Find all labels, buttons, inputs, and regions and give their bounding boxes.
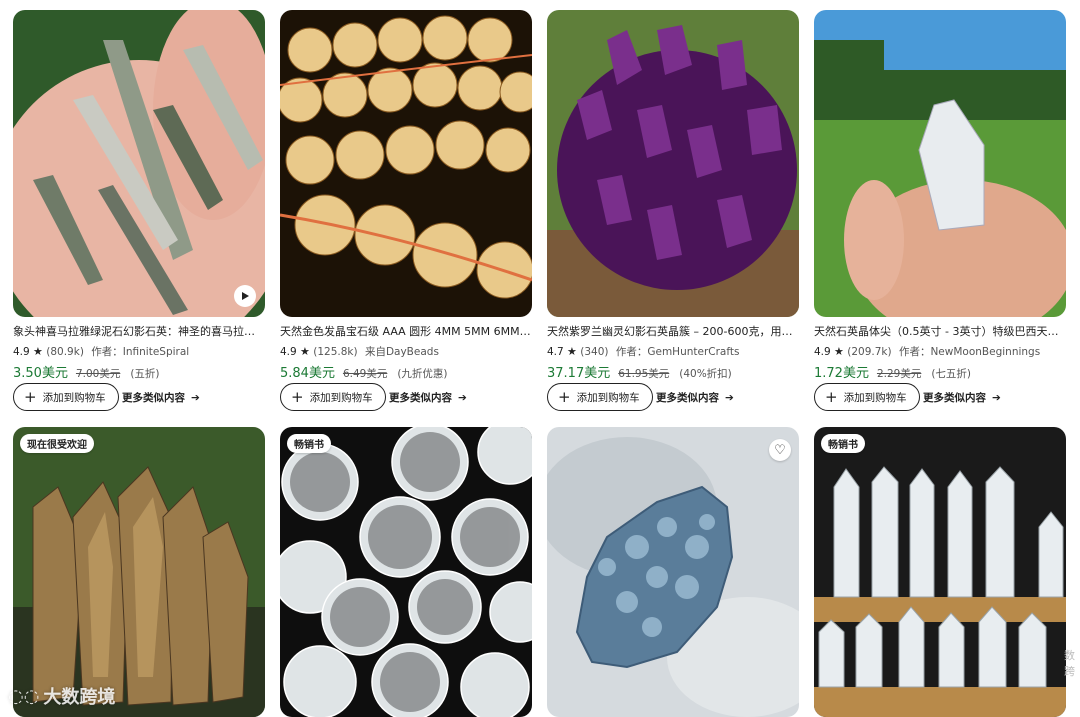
price-row: 1.72美元 2.29美元 (七五折): [814, 362, 971, 381]
discount-label: (九折优惠): [397, 368, 448, 380]
seller-name[interactable]: InfiniteSpiral: [123, 346, 189, 358]
star-icon: ★: [33, 345, 43, 358]
seller-name[interactable]: GemHunterCrafts: [647, 346, 739, 358]
star-icon: ★: [567, 345, 577, 358]
price-row: 37.17美元 61.95美元 (40%折扣): [547, 362, 732, 381]
add-to-cart-label: 添加到购物车: [42, 391, 106, 404]
sale-price: 1.72美元: [814, 366, 869, 381]
add-to-cart-button[interactable]: + 添加到购物车: [13, 383, 119, 411]
add-to-cart-button[interactable]: + 添加到购物车: [547, 383, 653, 411]
product-image[interactable]: 畅销书: [814, 427, 1066, 717]
product-image[interactable]: [547, 10, 799, 317]
plus-icon: +: [825, 387, 838, 406]
product-image[interactable]: 畅销书: [280, 427, 532, 717]
product-image[interactable]: [814, 10, 1066, 317]
product-title[interactable]: 天然石英晶体尖（0.5英寸 - 3英寸）特级巴西天然水晶...: [814, 325, 1066, 339]
more-like-label: 更多类似内容: [389, 392, 452, 404]
star-icon: ★: [834, 345, 844, 358]
sale-price: 3.50美元: [13, 366, 68, 381]
discount-label: (五折): [130, 368, 160, 380]
more-like-this-link[interactable]: 更多类似内容 ➔: [656, 390, 734, 405]
watermark-icon: ◌◌: [8, 685, 40, 707]
badge: 畅销书: [287, 434, 331, 453]
discount-label: (七五折): [931, 368, 972, 380]
add-to-cart-label: 添加到购物车: [576, 391, 640, 404]
discount-label: (40%折扣): [679, 368, 732, 380]
product-title[interactable]: 天然紫罗兰幽灵幻影石英晶簇 – 200-600克，用于冥想...: [547, 325, 799, 339]
sale-price: 5.84美元: [280, 366, 335, 381]
watermark-text: 大数跨境: [43, 687, 116, 708]
more-like-this-link[interactable]: 更多类似内容 ➔: [923, 390, 1001, 405]
watermark-logo: ◌◌ 大数跨境: [8, 683, 115, 709]
more-like-label: 更多类似内容: [923, 392, 986, 404]
rating-value: 4.9: [814, 346, 831, 358]
badge: 畅销书: [821, 434, 865, 453]
product-meta: 4.9 ★ (125.8k) 来自DayBeads: [280, 344, 439, 359]
review-count: (80.9k): [46, 346, 84, 358]
plus-icon: +: [24, 387, 37, 406]
arrow-right-icon: ➔: [725, 392, 734, 404]
product-title[interactable]: 天然金色发晶宝石级 AAA 圆形 4MM 5MM 6MM 7MM 8MM...: [280, 325, 532, 339]
price-row: 5.84美元 6.49美元 (九折优惠): [280, 362, 448, 381]
rating-value: 4.9: [13, 346, 30, 358]
watermark-side-text: 数跨: [1064, 649, 1075, 678]
original-price: 6.49美元: [342, 368, 388, 380]
rating-value: 4.7: [547, 346, 564, 358]
product-title[interactable]: 象头神喜马拉雅绿泥石幻影石英：神圣的喜马拉雅水晶，来自...: [13, 325, 265, 339]
arrow-right-icon: ➔: [191, 392, 200, 404]
review-count: (209.7k): [847, 346, 892, 358]
seller-prefix: 作者：: [615, 346, 648, 358]
arrow-right-icon: ➔: [992, 392, 1001, 404]
more-like-label: 更多类似内容: [656, 392, 719, 404]
more-like-this-link[interactable]: 更多类似内容 ➔: [389, 390, 467, 405]
star-icon: ★: [300, 345, 310, 358]
original-price: 7.00美元: [75, 368, 121, 380]
review-count: (340): [580, 346, 609, 358]
product-image[interactable]: 现在很受欢迎: [13, 427, 265, 717]
seller-name[interactable]: NewMoonBeginnings: [930, 346, 1040, 358]
heart-icon[interactable]: ♡: [769, 439, 791, 461]
more-like-label: 更多类似内容: [122, 392, 185, 404]
add-to-cart-button[interactable]: + 添加到购物车: [814, 383, 920, 411]
rating-value: 4.9: [280, 346, 297, 358]
plus-icon: +: [558, 387, 571, 406]
seller-prefix: 作者：: [898, 346, 931, 358]
seller-prefix: 作者：: [91, 346, 123, 358]
price-row: 3.50美元 7.00美元 (五折): [13, 362, 160, 381]
add-to-cart-label: 添加到购物车: [843, 391, 907, 404]
sale-price: 37.17美元: [547, 366, 611, 381]
product-meta: 4.9 ★ (209.7k) 作者：NewMoonBeginnings: [814, 344, 1040, 359]
original-price: 61.95美元: [618, 368, 670, 380]
original-price: 2.29美元: [876, 368, 922, 380]
seller-name[interactable]: 来自DayBeads: [365, 346, 439, 358]
product-image[interactable]: [13, 10, 265, 317]
product-meta: 4.9 ★ (80.9k) 作者：InfiniteSpiral: [13, 344, 189, 359]
product-image[interactable]: [280, 10, 532, 317]
badge: 现在很受欢迎: [20, 434, 94, 453]
review-count: (125.8k): [313, 346, 358, 358]
plus-icon: +: [291, 387, 304, 406]
play-icon[interactable]: [234, 285, 256, 307]
more-like-this-link[interactable]: 更多类似内容 ➔: [122, 390, 200, 405]
arrow-right-icon: ➔: [458, 392, 467, 404]
product-image[interactable]: ♡: [547, 427, 799, 717]
product-meta: 4.7 ★ (340) 作者：GemHunterCrafts: [547, 344, 739, 359]
add-to-cart-button[interactable]: + 添加到购物车: [280, 383, 386, 411]
add-to-cart-label: 添加到购物车: [309, 391, 373, 404]
